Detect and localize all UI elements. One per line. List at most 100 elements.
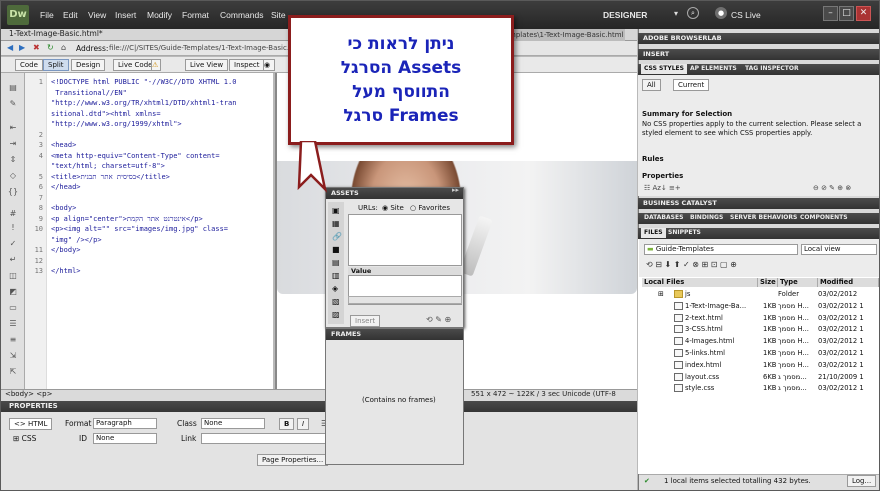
home-icon[interactable]: ⌂ <box>61 43 66 52</box>
highlight-invalid-icon[interactable]: ! <box>7 223 19 233</box>
refresh-icon[interactable]: ↻ <box>47 43 54 52</box>
code-line[interactable]: </html> <box>51 267 81 275</box>
code-line[interactable]: <body> <box>51 204 76 212</box>
code-line[interactable]: "text/html; charset=utf-8"> <box>51 162 165 170</box>
tab-tag-inspector[interactable]: TAG INSPECTOR <box>742 64 802 74</box>
design-view-button[interactable]: Design <box>71 59 106 71</box>
html-mode-button[interactable]: <> HTML <box>9 418 53 430</box>
inspect-button[interactable]: Inspect <box>229 59 265 71</box>
cslive-label[interactable]: CS Live <box>731 10 761 20</box>
tab-server-behaviors[interactable]: SERVER BEHAVIORS <box>727 213 800 223</box>
browser-preview-icon[interactable]: ◉ <box>263 59 275 71</box>
file-row[interactable]: ⊞ js Folder 03/02/2012 <box>642 288 879 300</box>
current-button[interactable]: Current <box>673 79 710 91</box>
favorites-radio[interactable]: ○ Favorites <box>410 204 450 212</box>
line-numbers-icon[interactable]: # <box>7 209 19 219</box>
business-catalyst-header[interactable]: BUSINESS CATALYST <box>638 198 879 209</box>
col-modified[interactable]: Modified <box>818 278 879 287</box>
minimize-icon[interactable]: – <box>823 6 838 21</box>
stop-icon[interactable]: ✖ <box>33 43 40 52</box>
move-css-icon[interactable]: ≡ <box>7 335 19 345</box>
movies-category-icon[interactable]: ▥ <box>332 271 340 280</box>
css-mode-button[interactable]: ⊞ CSS <box>13 434 36 443</box>
select-parent-tag-icon[interactable]: ◇ <box>7 171 19 181</box>
code-line[interactable]: "http://www.w3.org/1999/xhtml"> <box>51 120 182 128</box>
collapse-selection-icon[interactable]: ⇥ <box>7 139 19 149</box>
scripts-category-icon[interactable]: ◈ <box>332 284 338 293</box>
back-icon[interactable]: ◀ <box>7 43 13 52</box>
address-field[interactable]: file:///C|/SITES/Guide-Templates/1-Text-… <box>109 44 303 52</box>
workspace-switcher[interactable]: DESIGNER <box>603 10 647 20</box>
close-icon[interactable]: ✕ <box>856 6 871 21</box>
menu-modify[interactable]: Modify <box>147 10 172 20</box>
log-button[interactable]: Log... <box>847 475 877 487</box>
images-category-icon[interactable]: ▣ <box>332 206 340 215</box>
validate-icon[interactable]: ⚠ <box>151 59 161 71</box>
tab-ap-elements[interactable]: AP ELEMENTS <box>687 64 740 74</box>
menu-format[interactable]: Format <box>182 10 209 20</box>
code-line[interactable]: </body> <box>51 246 81 254</box>
tab-snippets[interactable]: SNIPPETS <box>665 228 704 238</box>
files-toolbar-icons[interactable]: ⟲ ⊟ ⬇ ⬆ ✓ ⊗ ⊞ ⊡ ▢ ⊕ <box>646 260 737 269</box>
indent-icon[interactable]: ⇲ <box>7 351 19 361</box>
urls-category-icon[interactable]: 🔗 <box>332 232 342 241</box>
show-code-navigator-icon[interactable]: ✎ <box>7 99 19 109</box>
code-line[interactable]: Transitional//EN" <box>51 89 127 97</box>
id-select[interactable]: None <box>93 433 157 444</box>
code-line[interactable]: "http://www.w3.org/TR/xhtml1/DTD/xhtml1-… <box>51 99 236 107</box>
site-select[interactable]: ▬ Guide-Templates <box>644 244 798 255</box>
view-select[interactable]: Local view <box>801 244 877 255</box>
code-line[interactable]: <meta http-equiv="Content-Type" content= <box>51 152 220 160</box>
tag-selector[interactable]: <body> <p> <box>5 390 52 398</box>
search-icon[interactable]: ⌕ <box>687 7 699 19</box>
expand-all-icon[interactable]: ⇕ <box>7 155 19 165</box>
code-line[interactable]: </head> <box>51 183 81 191</box>
library-category-icon[interactable]: ▨ <box>332 310 340 319</box>
frames-header[interactable]: FRAMES <box>326 329 463 340</box>
file-row[interactable]: 2-text.html 1KB מסמך H... 03/02/2012 1 <box>642 312 879 324</box>
comment-icon[interactable]: ◫ <box>7 271 19 281</box>
templates-category-icon[interactable]: ▧ <box>332 297 340 306</box>
bold-button[interactable]: B <box>279 418 295 430</box>
forward-icon[interactable]: ▶ <box>19 43 25 52</box>
file-row[interactable]: 3-CSS.html 1KB מסמך H... 03/02/2012 1 <box>642 323 879 335</box>
file-row[interactable]: 5-links.html 1KB מסמך H... 03/02/2012 1 <box>642 347 879 359</box>
page-properties-button[interactable]: Page Properties... <box>257 454 329 466</box>
class-select[interactable]: None <box>201 418 265 429</box>
value-column[interactable]: Value <box>348 267 462 275</box>
tab-css-styles[interactable]: CSS STYLES <box>641 64 687 74</box>
file-row[interactable]: style.css 1KB מסמך ג... 03/02/2012 1 <box>642 382 879 394</box>
tab-databases[interactable]: DATABASES <box>641 213 686 223</box>
file-row[interactable]: 1-Text-Image-Ba... 1KB מסמך H... 03/02/2012… <box>642 300 879 312</box>
insert-header[interactable]: INSERT <box>638 49 879 60</box>
maximize-icon[interactable]: □ <box>839 6 854 21</box>
browserlab-header[interactable]: ADOBE BROWSERLAB <box>638 33 879 44</box>
code-line[interactable]: <p align="center">אינטרנט אתר הקמת</p> <box>51 215 203 223</box>
syntax-error-icon[interactable]: ✓ <box>7 239 19 249</box>
file-row[interactable]: layout.css 6KB מסמך ג... 21/10/2009 1 <box>642 371 879 383</box>
balance-braces-icon[interactable]: {} <box>7 187 19 197</box>
menu-view[interactable]: View <box>88 10 106 20</box>
properties-header[interactable]: PROPERTIES <box>1 401 637 412</box>
code-line[interactable]: <title>בסיסית אתר תבנית</title> <box>51 173 170 181</box>
link-input[interactable] <box>201 433 327 444</box>
split-view-button[interactable]: Split <box>43 59 69 71</box>
horizontal-scrollbar[interactable] <box>348 296 462 304</box>
tab-bindings[interactable]: BINDINGS <box>687 213 726 223</box>
code-line[interactable]: <!DOCTYPE html PUBLIC "-//W3C//DTD XHTML… <box>51 78 236 86</box>
recent-snippets-icon[interactable]: ☰ <box>7 319 19 329</box>
menu-commands[interactable]: Commands <box>220 10 263 20</box>
uncomment-icon[interactable]: ◩ <box>7 287 19 297</box>
cslive-icon[interactable]: ● <box>715 7 727 19</box>
col-local-files[interactable]: Local Files <box>642 278 758 287</box>
word-wrap-icon[interactable]: ↵ <box>7 255 19 265</box>
code-line[interactable]: <p><img alt="" src="images/img.jpg" clas… <box>51 225 228 233</box>
col-type[interactable]: Type <box>778 278 818 287</box>
col-size[interactable]: Size <box>758 278 778 287</box>
italic-button[interactable]: I <box>297 418 310 430</box>
panel-collapse-icon[interactable]: ▸▸ <box>452 186 459 194</box>
file-row[interactable]: index.html 1KB מסמך H... 03/02/2012 1 <box>642 359 879 371</box>
file-row[interactable]: 4-Images.html 1KB מסמך H... 03/02/2012 1 <box>642 335 879 347</box>
wrap-tag-icon[interactable]: ▭ <box>7 303 19 313</box>
menu-insert[interactable]: Insert <box>115 10 136 20</box>
